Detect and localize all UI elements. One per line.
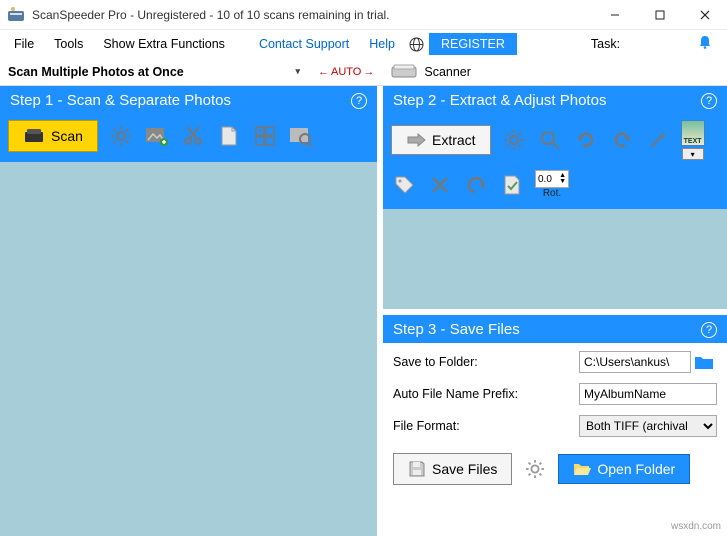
cut-icon[interactable] — [180, 123, 206, 149]
prefix-input[interactable] — [579, 383, 717, 405]
browse-folder-icon[interactable] — [691, 354, 717, 370]
menubar: File Tools Show Extra Functions Contact … — [0, 30, 727, 58]
add-image-icon[interactable] — [144, 123, 170, 149]
open-folder-button[interactable]: Open Folder — [558, 454, 690, 484]
grid-icon[interactable] — [252, 123, 278, 149]
menu-help[interactable]: Help — [361, 34, 403, 54]
step1-toolbar: Scan — [0, 114, 377, 162]
step3-header: Step 3 - Save Files ? — [383, 315, 727, 343]
bell-icon[interactable] — [689, 34, 721, 55]
step2-title: Step 2 - Extract & Adjust Photos — [393, 92, 606, 109]
prefix-label: Auto File Name Prefix: — [393, 387, 579, 401]
gear-icon-2[interactable] — [501, 127, 527, 153]
save-files-button[interactable]: Save Files — [393, 453, 512, 485]
step1-help-icon[interactable]: ? — [351, 93, 367, 109]
minimize-button[interactable] — [592, 0, 637, 29]
scanner-label: Scanner — [424, 65, 471, 79]
scanner-selector[interactable]: Scanner — [384, 63, 477, 81]
maximize-button[interactable] — [637, 0, 682, 29]
step1-header: Step 1 - Scan & Separate Photos ? — [0, 86, 377, 114]
rotate-ccw-icon[interactable] — [573, 127, 599, 153]
menu-file[interactable]: File — [6, 34, 42, 54]
chevron-down-icon[interactable]: ▾ — [682, 148, 704, 160]
register-button[interactable]: REGISTER — [429, 33, 517, 55]
step2-toolbar-row1: Extract TEXT ▾ — [383, 114, 727, 170]
gear-icon-3[interactable] — [522, 456, 548, 482]
step1-canvas[interactable] — [0, 162, 377, 536]
menu-tools[interactable]: Tools — [46, 34, 91, 54]
wand-icon[interactable] — [645, 127, 671, 153]
step2-header: Step 2 - Extract & Adjust Photos ? — [383, 86, 727, 114]
tag-icon[interactable] — [391, 172, 417, 198]
scan-button[interactable]: Scan — [8, 120, 98, 152]
mode-label: Scan Multiple Photos at Once — [8, 65, 184, 79]
step3-title: Step 3 - Save Files — [393, 321, 520, 338]
rotate-cw-icon[interactable] — [609, 127, 635, 153]
zoom-icon[interactable] — [288, 123, 314, 149]
titlebar: ScanSpeeder Pro - Unregistered - 10 of 1… — [0, 0, 727, 30]
modebar: Scan Multiple Photos at Once ▾ ← AUTO → … — [0, 58, 727, 86]
format-select[interactable]: Both TIFF (archival — [579, 415, 717, 437]
step2-canvas[interactable] — [383, 209, 727, 309]
step1-title: Step 1 - Scan & Separate Photos — [10, 92, 231, 109]
step3-body: Save to Folder: Auto File Name Prefix: F… — [383, 343, 727, 447]
extract-button[interactable]: Extract — [391, 125, 491, 155]
window-title: ScanSpeeder Pro - Unregistered - 10 of 1… — [32, 8, 592, 22]
page-check-icon[interactable] — [499, 172, 525, 198]
step2-help-icon[interactable]: ? — [701, 93, 717, 109]
task-label: Task: — [591, 37, 620, 51]
save-folder-input[interactable] — [579, 351, 691, 373]
text-toggle[interactable]: TEXT ▾ — [681, 120, 705, 160]
menu-extra[interactable]: Show Extra Functions — [95, 34, 233, 54]
scanner-icon — [390, 63, 418, 81]
page-icon[interactable] — [216, 123, 242, 149]
gear-icon[interactable] — [108, 123, 134, 149]
step3-help-icon[interactable]: ? — [701, 322, 717, 338]
step2-toolbar-row2: 0.0▲▼ Rot. — [383, 170, 727, 209]
text-icon: TEXT — [681, 120, 705, 146]
watermark: wsxdn.com — [671, 521, 721, 532]
save-to-label: Save to Folder: — [393, 355, 579, 369]
caret-icon: ▾ — [295, 66, 300, 77]
save-icon — [408, 460, 426, 478]
arrow-right-icon — [406, 133, 426, 147]
undo-icon[interactable] — [463, 172, 489, 198]
auto-indicator[interactable]: ← AUTO → — [308, 66, 384, 78]
delete-icon[interactable] — [427, 172, 453, 198]
magnify-icon[interactable] — [537, 127, 563, 153]
folder-open-icon — [573, 462, 591, 476]
close-button[interactable] — [682, 0, 727, 29]
globe-icon[interactable] — [407, 35, 425, 53]
app-icon — [6, 5, 26, 25]
step3-actions: Save Files Open Folder — [383, 447, 727, 497]
scan-icon — [23, 127, 45, 145]
mode-dropdown[interactable]: Scan Multiple Photos at Once ▾ — [0, 65, 308, 79]
format-label: File Format: — [393, 419, 579, 433]
menu-contact[interactable]: Contact Support — [251, 34, 357, 54]
rotation-spinner[interactable]: 0.0▲▼ Rot. — [535, 170, 569, 199]
